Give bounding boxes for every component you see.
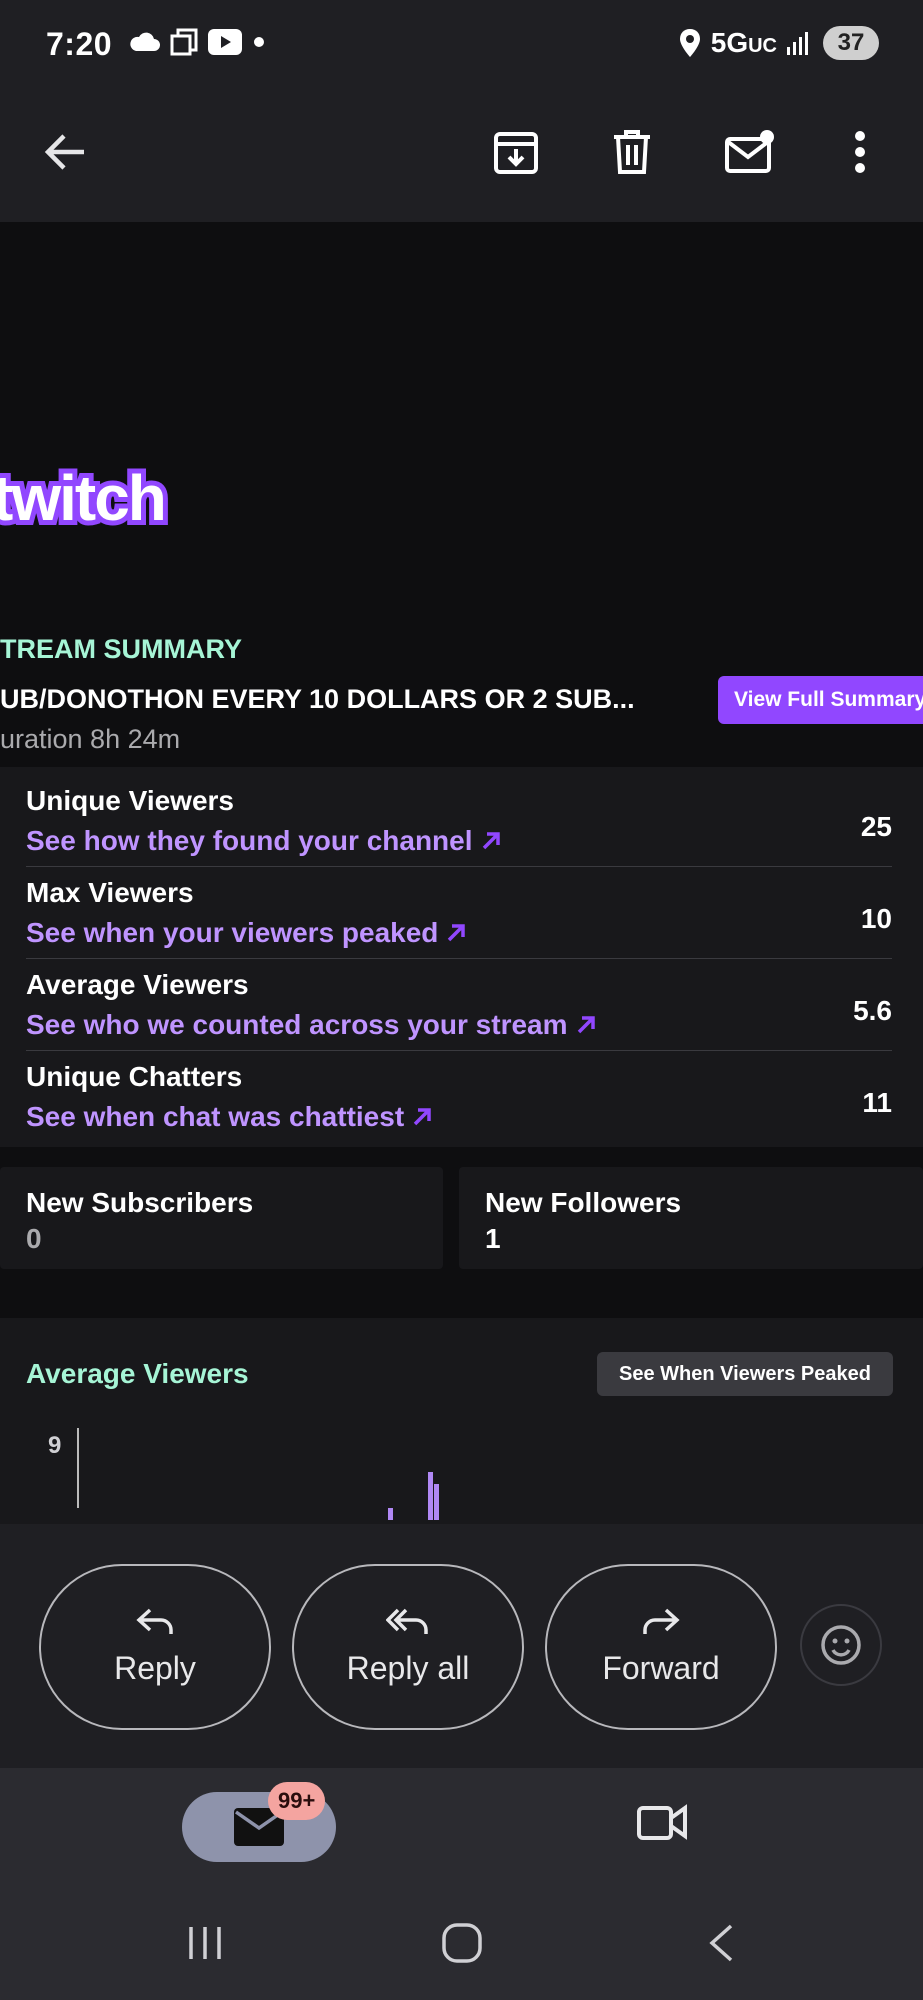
mark-unread-button[interactable] bbox=[712, 114, 788, 190]
reply-actions: Reply Reply all Forward bbox=[0, 1524, 923, 1768]
stat-link[interactable]: See when chat was chattiest bbox=[26, 1101, 432, 1133]
new-followers-card: New Followers 1 bbox=[459, 1167, 923, 1269]
arrow-up-right-icon bbox=[577, 1016, 595, 1034]
stat-value: 25 bbox=[860, 811, 892, 842]
new-subscribers-label: New Subscribers bbox=[26, 1187, 254, 1218]
home-icon bbox=[442, 1923, 482, 1963]
new-subscribers-value: 0 bbox=[26, 1223, 42, 1254]
archive-icon bbox=[494, 132, 538, 174]
y-tick-label: 9 bbox=[48, 1432, 62, 1459]
app-bar bbox=[0, 90, 923, 222]
stat-row-unique-chatters: Unique Chatters See when chat was chatti… bbox=[26, 1051, 892, 1143]
status-bar: 7:20 5GUC 37 bbox=[0, 0, 923, 90]
chart-bar bbox=[428, 1472, 433, 1520]
stats-list: Unique Viewers See how they found your c… bbox=[0, 767, 923, 1147]
stat-name: Average Viewers bbox=[26, 969, 249, 1000]
more-vert-icon bbox=[855, 131, 865, 173]
stat-name: Unique Chatters bbox=[26, 1061, 243, 1092]
reply-all-icon bbox=[386, 1608, 428, 1634]
forward-icon bbox=[643, 1608, 680, 1634]
cloud-icon bbox=[130, 32, 160, 51]
trash-icon bbox=[614, 130, 650, 174]
reply-all-label: Reply all bbox=[346, 1649, 470, 1686]
stat-link[interactable]: See how they found your channel bbox=[26, 825, 501, 857]
forward-label: Forward bbox=[602, 1649, 720, 1686]
status-time: 7:20 bbox=[46, 26, 113, 62]
chart-bar bbox=[388, 1508, 393, 1520]
arrow-back-icon bbox=[44, 134, 84, 170]
emoji-icon bbox=[821, 1625, 861, 1665]
reply-label: Reply bbox=[114, 1649, 196, 1686]
battery-indicator: 37 bbox=[823, 26, 879, 60]
reply-icon bbox=[136, 1608, 173, 1634]
average-viewers-title: Average Viewers bbox=[26, 1358, 249, 1389]
more-options-button[interactable] bbox=[822, 114, 898, 190]
arrow-up-right-icon bbox=[448, 924, 466, 942]
new-followers-value: 1 bbox=[485, 1223, 501, 1254]
stat-row-max-viewers: Max Viewers See when your viewers peaked… bbox=[26, 867, 892, 959]
youtube-icon bbox=[208, 29, 242, 55]
mail-unread-icon bbox=[725, 130, 774, 173]
stat-link[interactable]: See when your viewers peaked bbox=[26, 917, 466, 949]
delete-button[interactable] bbox=[594, 114, 670, 190]
chart-bar bbox=[434, 1484, 439, 1520]
stat-row-average-viewers: Average Viewers See who we counted acros… bbox=[26, 959, 892, 1051]
recent-apps-button[interactable] bbox=[180, 1918, 230, 1968]
twitch-logo: twitch bbox=[0, 460, 172, 539]
new-subscribers-card: New Subscribers 0 bbox=[0, 1167, 443, 1269]
home-button[interactable] bbox=[437, 1918, 487, 1968]
stream-duration: uration 8h 24m bbox=[0, 724, 181, 754]
arrow-up-right-icon bbox=[482, 832, 500, 850]
stream-summary-label: TREAM SUMMARY bbox=[0, 634, 242, 664]
stat-name: Max Viewers bbox=[26, 877, 194, 908]
reply-button[interactable]: Reply bbox=[39, 1564, 271, 1730]
email-body: twitch TREAM SUMMARY UB/DONOTHON EVERY 1… bbox=[0, 222, 923, 1524]
view-full-summary-button[interactable]: View Full Summary bbox=[718, 676, 923, 724]
chevron-left-icon bbox=[709, 1924, 733, 1962]
svg-text:twitch: twitch bbox=[0, 462, 165, 534]
location-icon bbox=[679, 29, 700, 57]
stat-link[interactable]: See who we counted across your stream bbox=[26, 1009, 596, 1041]
stat-value: 11 bbox=[862, 1087, 892, 1118]
chart-bars bbox=[388, 1472, 439, 1520]
network-label: 5GUC bbox=[710, 27, 777, 58]
copy-icon bbox=[170, 28, 198, 56]
dot-icon bbox=[254, 37, 264, 47]
back-button[interactable] bbox=[28, 114, 104, 190]
y-axis bbox=[77, 1428, 79, 1508]
stat-row-unique-viewers: Unique Viewers See how they found your c… bbox=[26, 775, 892, 867]
new-followers-label: New Followers bbox=[485, 1187, 682, 1218]
unread-badge: 99+ bbox=[268, 1782, 326, 1820]
see-when-viewers-peaked-button[interactable]: See When Viewers Peaked bbox=[597, 1352, 893, 1396]
bottom-navigation: 99+ bbox=[0, 1768, 923, 2000]
stat-value: 5.6 bbox=[853, 995, 892, 1026]
average-viewers-chart: Average Viewers See When Viewers Peaked … bbox=[0, 1318, 923, 1524]
emoji-reaction-button[interactable] bbox=[800, 1604, 882, 1686]
meet-tab[interactable] bbox=[636, 1802, 688, 1847]
recent-apps-icon bbox=[189, 1927, 221, 1959]
video-icon bbox=[637, 1804, 687, 1840]
forward-button[interactable]: Forward bbox=[545, 1564, 777, 1730]
stat-value: 10 bbox=[860, 903, 892, 934]
reply-all-button[interactable]: Reply all bbox=[292, 1564, 524, 1730]
signal-icon bbox=[787, 32, 808, 55]
stream-title: UB/DONOTHON EVERY 10 DOLLARS OR 2 SUB... bbox=[0, 684, 635, 714]
stream-summary-header: twitch TREAM SUMMARY UB/DONOTHON EVERY 1… bbox=[0, 248, 923, 768]
archive-button[interactable] bbox=[478, 114, 554, 190]
arrow-up-right-icon bbox=[413, 1108, 431, 1126]
stat-name: Unique Viewers bbox=[26, 785, 235, 816]
system-back-button[interactable] bbox=[696, 1918, 746, 1968]
